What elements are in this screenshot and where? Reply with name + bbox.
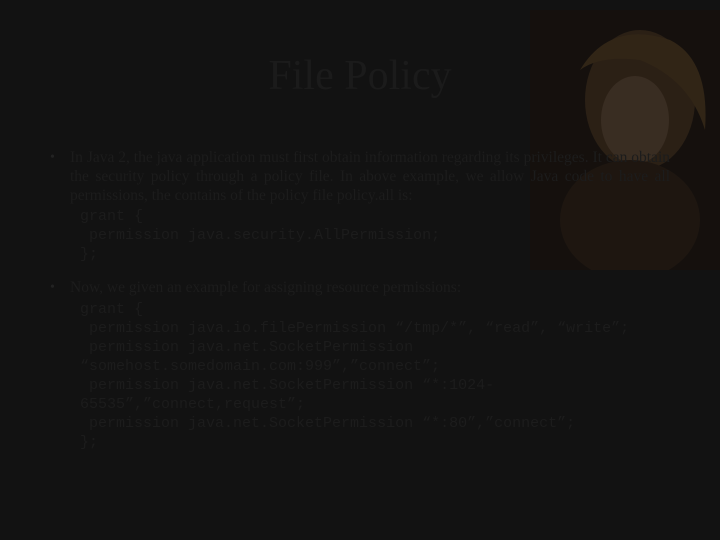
code-block-2: grant { permission java.io.filePermissio…: [80, 300, 670, 452]
bullet-2: • Now, we given an example for assigning…: [50, 278, 670, 298]
bullet-marker: •: [50, 148, 70, 205]
slide-title: File Policy: [0, 52, 720, 100]
slide: File Policy • In Java 2, the java applic…: [0, 0, 720, 540]
bullet-marker: •: [50, 278, 70, 298]
slide-body: • In Java 2, the java application must f…: [50, 148, 670, 452]
bullet-1: • In Java 2, the java application must f…: [50, 148, 670, 205]
bullet-1-text: In Java 2, the java application must fir…: [70, 148, 670, 205]
bullet-2-text: Now, we given an example for assigning r…: [70, 278, 670, 298]
code-block-1: grant { permission java.security.AllPerm…: [80, 207, 670, 264]
